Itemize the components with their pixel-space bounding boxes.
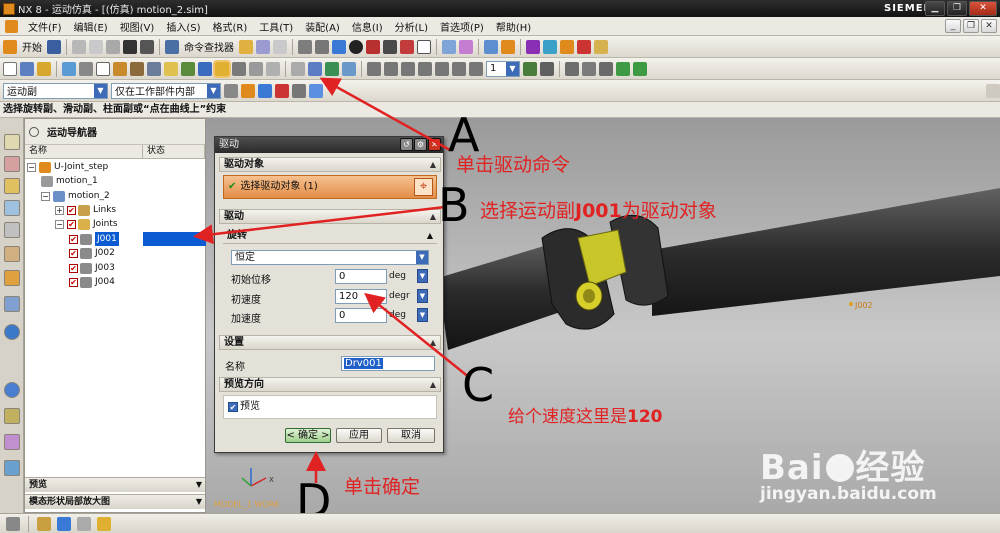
annotation-a: 单击驱动命令 (456, 154, 571, 176)
arrow-to-drive-command (319, 77, 451, 152)
arrow-to-j001 (193, 205, 446, 245)
snap-center-icon[interactable] (97, 516, 111, 531)
arrow-to-velocity (364, 292, 471, 379)
baidu-watermark: Bai 经验 (760, 448, 926, 488)
paw-icon (825, 454, 854, 482)
letter-c: C (462, 358, 495, 412)
watermark-url: jingyan.baidu.com (760, 484, 937, 504)
annotation-d: 单击确定 (344, 476, 421, 498)
status-bar (0, 513, 1000, 533)
selection-filter-icon[interactable] (6, 516, 20, 531)
annotation-c: 给个速度这里是120 (508, 407, 663, 427)
snap-endpoint-icon[interactable] (37, 516, 51, 531)
snap-control-icon[interactable] (77, 516, 91, 531)
letter-b: B (438, 178, 470, 232)
snap-midpoint-icon[interactable] (57, 516, 71, 531)
annotation-b: 选择运动副J001为驱动对象 (480, 200, 717, 222)
